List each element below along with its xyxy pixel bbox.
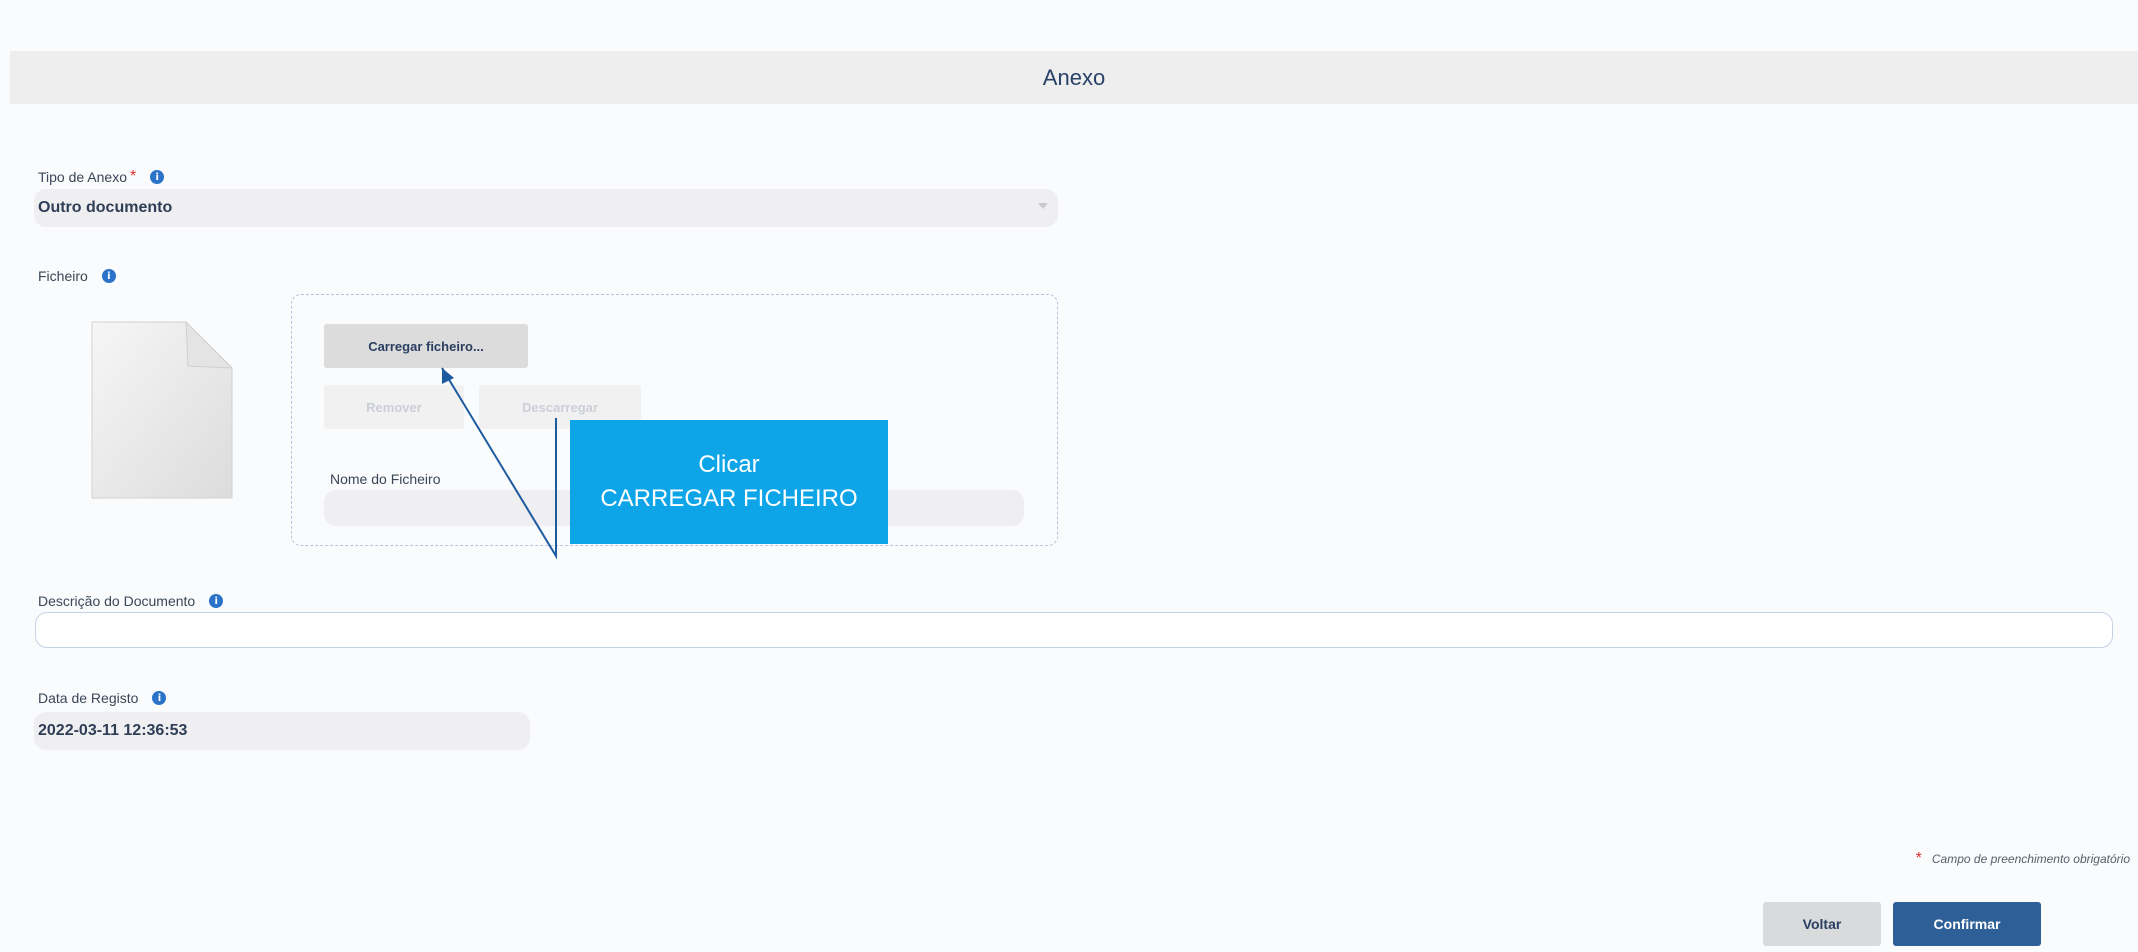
callout-box: Clicar CARREGAR FICHEIRO [570, 420, 888, 544]
confirm-button[interactable]: Confirmar [1893, 902, 2041, 946]
callout-line-2: CARREGAR FICHEIRO [600, 485, 858, 512]
callout-line-1: Clicar [698, 451, 760, 478]
back-button[interactable]: Voltar [1763, 902, 1881, 946]
required-note: * Campo de preenchimento obrigatório [1916, 850, 2130, 868]
callout-arrow [441, 367, 557, 560]
required-marker: * [1915, 850, 1922, 867]
required-note-text: Campo de preenchimento obrigatório [1931, 852, 2130, 866]
